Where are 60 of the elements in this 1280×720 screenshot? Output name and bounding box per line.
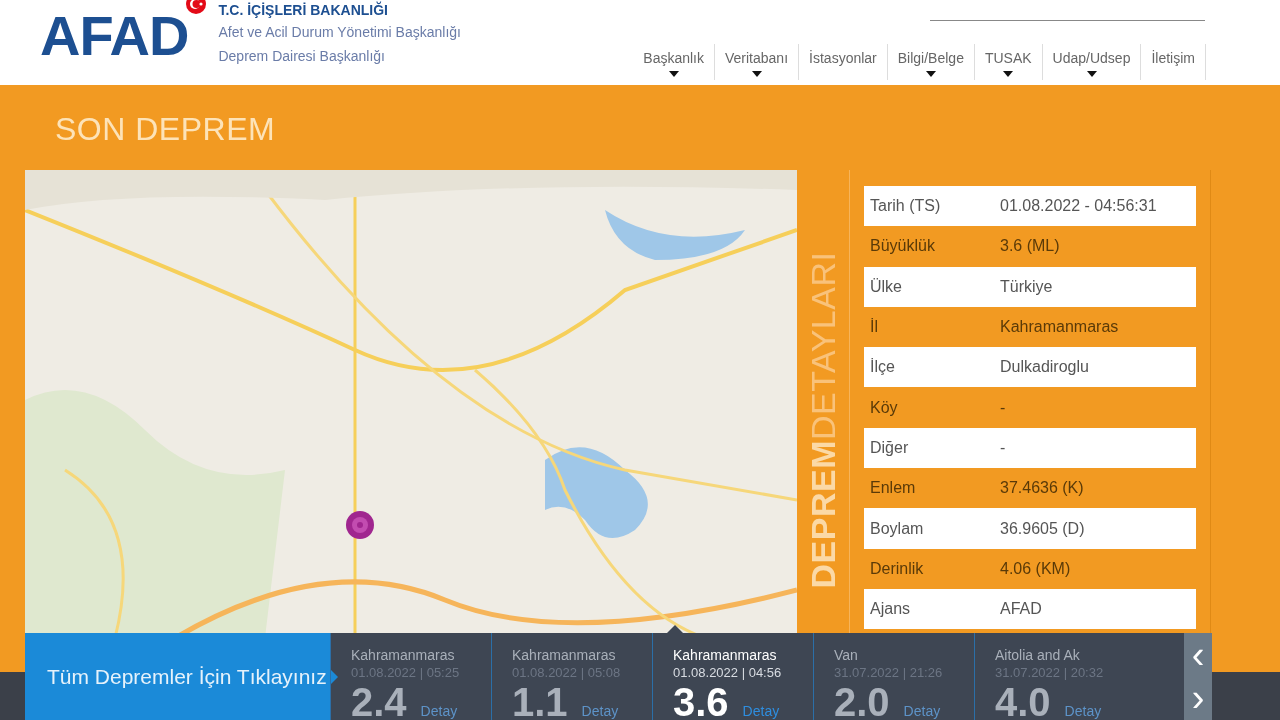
detail-value: 36.9605 (D) (1000, 519, 1085, 538)
quake-item[interactable]: Kahramanmaras 01.08.2022 | 04:56 3.6 Detay (652, 633, 813, 720)
detail-label: Büyüklük (869, 237, 936, 256)
quake-time: 01.08.2022 | 04:56 (673, 665, 783, 680)
nav-link[interactable]: Veritabanı (715, 44, 800, 80)
quake-magnitude: 2.0 (834, 680, 890, 720)
quake-magnitude: 3.6 (673, 680, 729, 720)
next-button[interactable]: › (1184, 676, 1212, 720)
quake-place: Kahramanmaras (673, 647, 778, 663)
quake-magnitude: 1.1 (512, 680, 568, 720)
nav-link[interactable]: İstasyonlar (799, 44, 888, 80)
detail-link[interactable]: Detay (742, 703, 780, 719)
caret-icon (1086, 71, 1097, 77)
detail-label: İl (869, 318, 879, 337)
detail-value: Kahramanmaras (1000, 318, 1119, 337)
detail-label: Tarih (TS) (869, 197, 942, 216)
detail-value: Dulkadiroglu (1000, 358, 1089, 377)
nav-link[interactable]: Udap/Udsep (1042, 44, 1142, 80)
quake-place: Aitolia and Ak (995, 647, 1081, 663)
details-title: DEPREMDETAYLARI (803, 251, 843, 589)
detail-label: İlçe (869, 358, 896, 377)
pointer-icon (330, 669, 338, 685)
caret-icon (925, 71, 936, 77)
quake-place: Kahramanmaras (351, 647, 456, 663)
quake-place: Kahramanmaras (512, 647, 617, 663)
detail-label: Diğer (869, 438, 910, 457)
nav-link[interactable]: TUSAK (974, 44, 1043, 80)
detail-value: 01.08.2022 - 04:56:31 (1000, 197, 1157, 216)
detail-value: - (1000, 398, 1006, 417)
previous-button[interactable]: ‹ (1184, 633, 1212, 677)
detail-value: 3.6 (ML) (1000, 237, 1060, 256)
detail-value: 37.4636 (K) (1000, 479, 1084, 498)
department-name: Deprem Dairesi Başkanlığı (218, 47, 386, 65)
ministry-name: T.C. İÇİŞLERİ BAKANLIĞI (218, 1, 389, 19)
quake-magnitude: 4.0 (995, 680, 1051, 720)
caret-icon (751, 71, 762, 77)
detail-label: Enlem (869, 479, 917, 498)
quake-place: Van (834, 647, 859, 663)
nav-link[interactable]: İletişim (1141, 44, 1206, 80)
detail-label: Ajans (869, 600, 912, 619)
detail-link[interactable]: Detay (581, 703, 619, 719)
detail-link[interactable]: Detay (903, 703, 941, 719)
detail-label: Köy (869, 398, 899, 417)
detail-link[interactable]: Detay (1064, 703, 1102, 719)
detail-value: - (1000, 438, 1006, 457)
caret-icon (668, 71, 679, 77)
detail-value: Türkiye (1000, 277, 1053, 296)
logo[interactable]: AFAD (40, 8, 189, 64)
detail-value: AFAD (1000, 600, 1042, 619)
detail-link[interactable]: Detay (420, 703, 458, 719)
caret-icon (1003, 71, 1014, 77)
detail-label: Ülke (869, 277, 903, 296)
quake-magnitude: 2.4 (351, 680, 407, 720)
agency-name: Afet ve Acil Durum Yönetimi Başkanlığı (218, 23, 461, 41)
detail-label: Boylam (869, 519, 925, 538)
nav-link[interactable]: Başkanlık (633, 44, 715, 80)
detail-label: Derinlik (869, 559, 925, 578)
section-title: SON DEPREM (55, 111, 277, 149)
detail-value: 4.06 (KM) (1000, 559, 1071, 578)
nav-link[interactable]: Bilgi/Belge (887, 44, 975, 80)
